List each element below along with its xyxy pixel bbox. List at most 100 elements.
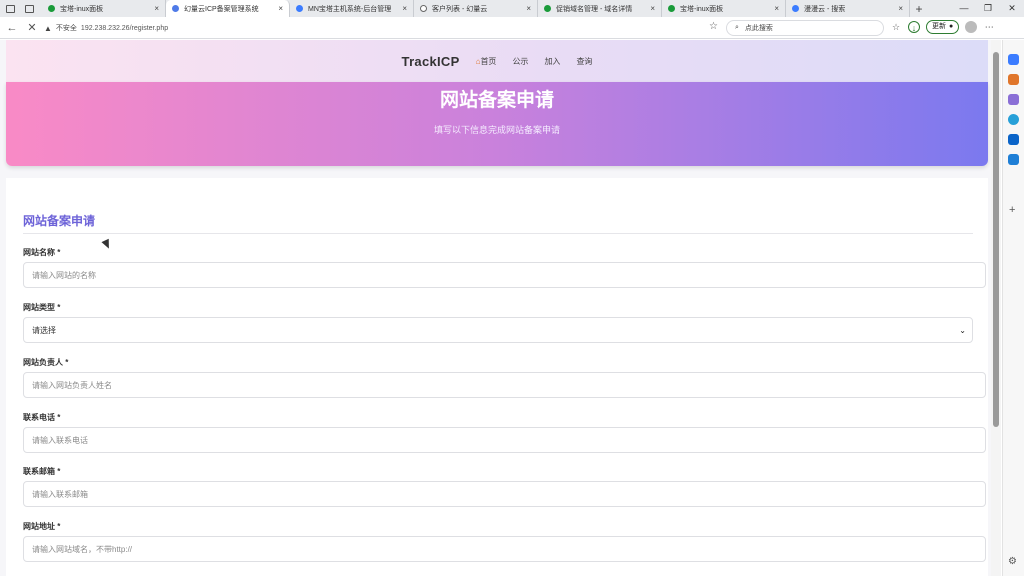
tab-close-icon[interactable]: ×	[774, 4, 779, 13]
url-label: 网站地址 *	[23, 522, 61, 531]
hero-subtitle: 填写以下信息完成网站备案申请	[433, 125, 560, 135]
warning-icon[interactable]: ▲	[44, 24, 52, 33]
favorite-star-icon[interactable]: ☆	[709, 21, 718, 32]
new-tab-button[interactable]: +	[910, 0, 928, 17]
restore-button[interactable]: ❐	[976, 0, 1000, 17]
tab-customers[interactable]: 客户列表 - 幻量云 ×	[414, 0, 538, 17]
browser-tab-strip: 宝塔-inux面板 × 幻量云ICP备案管理系统 × MN宝塔主机系统-后台管理…	[0, 0, 1024, 17]
hero-banner: 网站备案申请 填写以下信息完成网站备案申请	[6, 82, 988, 166]
tab-title: 宝塔-inux面板	[60, 5, 104, 13]
nav-link-home[interactable]: ⌂首页	[476, 56, 497, 67]
sidebar-outlook-icon[interactable]	[1008, 134, 1019, 145]
sidebar-add-icon[interactable]: +	[1009, 204, 1015, 216]
tab-actions-icon[interactable]	[25, 4, 34, 13]
site-header: TrackICP ⌂首页 公示 加入 查询	[6, 40, 988, 82]
favorites-icon[interactable]: ☆	[890, 21, 902, 33]
phone-input[interactable]: 请输入联系电话	[23, 427, 986, 453]
tab-mn-host[interactable]: MN宝塔主机系统-后台管理 ×	[290, 0, 414, 17]
chevron-down-icon: ⌄	[959, 326, 966, 335]
site-name-label: 网站名称 *	[23, 248, 61, 257]
url-text[interactable]: 192.238.232.26/register.php	[81, 25, 168, 32]
sidebar-people-icon[interactable]	[1008, 94, 1019, 105]
update-label: 更新	[932, 23, 946, 30]
tab-title: 促销域名管理 - 域名详情	[556, 5, 633, 13]
divider	[23, 233, 973, 234]
registration-form: 网站备案申请 网站名称 * 请输入网站的名称 网站类型 * 请选择 ⌄ 网站负责…	[6, 178, 988, 576]
site-name-input[interactable]: 请输入网站的名称	[23, 262, 986, 288]
sidebar-settings-icon[interactable]: ⚙	[1008, 556, 1017, 567]
browser-sidebar: + ⚙	[1002, 40, 1024, 576]
browser-toolbar: ← ✕ ▲ 不安全 192.238.232.26/register.php ☆ …	[0, 17, 1024, 39]
url-input[interactable]: 请输入网站域名，不带http://	[23, 536, 986, 562]
search-icon: ⌕	[735, 24, 739, 31]
site-name-placeholder: 请输入网站的名称	[32, 270, 96, 280]
sidebar-tag-icon[interactable]	[1008, 54, 1019, 65]
owner-placeholder: 请输入网站负责人姓名	[32, 380, 112, 390]
browser-search-box[interactable]: ⌕ 点此搜索	[726, 20, 884, 36]
workspaces-icon[interactable]	[6, 4, 15, 13]
page-scrollbar[interactable]	[991, 40, 1001, 576]
search-favicon-icon	[792, 5, 799, 12]
sidebar-briefcase-icon[interactable]	[1008, 74, 1019, 85]
window-controls: — ❐ ✕	[952, 0, 1024, 17]
address-bar[interactable]: ▲ 不安全 192.238.232.26/register.php ☆	[44, 20, 722, 36]
email-placeholder: 请输入联系邮箱	[32, 489, 88, 499]
tab-close-icon[interactable]: ×	[526, 4, 531, 13]
tab-title: MN宝塔主机系统-后台管理	[308, 5, 392, 13]
tab-baota-2[interactable]: 宝塔-inux面板 ×	[662, 0, 786, 17]
globe-icon	[420, 5, 427, 12]
site-brand[interactable]: TrackICP	[402, 54, 460, 69]
form-title: 网站备案申请	[23, 214, 96, 228]
tab-favicon-icon	[172, 5, 179, 12]
tab-search[interactable]: 漫漫云 - 搜索 ×	[786, 0, 910, 17]
tab-close-icon[interactable]: ×	[154, 4, 159, 13]
scrollbar-thumb[interactable]	[993, 52, 999, 427]
search-placeholder: 点此搜索	[744, 25, 773, 32]
nav-link-query[interactable]: 查询	[576, 56, 592, 67]
update-badge-icon: ●	[949, 23, 954, 30]
email-label: 联系邮箱 *	[23, 467, 61, 476]
tab-strip-actions	[0, 0, 42, 17]
sidebar-shopping-icon[interactable]	[1008, 154, 1019, 165]
download-icon[interactable]: ↓	[908, 21, 920, 33]
close-window-button[interactable]: ✕	[1000, 0, 1024, 17]
profile-avatar[interactable]	[965, 21, 978, 33]
tab-domain-detail[interactable]: 促销域名管理 - 域名详情 ×	[538, 0, 662, 17]
tab-close-icon[interactable]: ×	[650, 4, 655, 13]
toolbar-actions: ☆ ↓ 更新 ● ⋯	[890, 20, 995, 34]
tab-title: 漫漫云 - 搜索	[804, 5, 846, 13]
tab-baota-1[interactable]: 宝塔-inux面板 ×	[42, 0, 166, 17]
phone-placeholder: 请输入联系电话	[32, 435, 88, 445]
more-menu-icon[interactable]: ⋯	[983, 21, 995, 33]
stop-loading-icon[interactable]: ✕	[24, 21, 40, 34]
tab-title: 宝塔-inux面板	[680, 5, 724, 13]
webpage: TrackICP ⌂首页 公示 加入 查询 网站备案申请 填写以下信息完成网站备…	[0, 40, 991, 576]
back-arrow-icon[interactable]: ←	[4, 22, 20, 34]
owner-input[interactable]: 请输入网站负责人姓名	[23, 372, 986, 398]
email-input[interactable]: 请输入联系邮箱	[23, 481, 986, 507]
nav-link-notice[interactable]: 公示	[512, 56, 528, 67]
sidebar-games-icon[interactable]	[1008, 114, 1019, 125]
owner-label: 网站负责人 *	[23, 358, 69, 367]
hero-title: 网站备案申请	[439, 90, 554, 111]
nav-link-join[interactable]: 加入	[544, 56, 560, 67]
security-label[interactable]: 不安全	[56, 23, 77, 33]
tab-icp-system[interactable]: 幻量云ICP备案管理系统 ×	[166, 0, 290, 17]
phone-label: 联系电话 *	[23, 413, 61, 422]
tab-favicon-icon	[48, 5, 55, 12]
tab-title: 客户列表 - 幻量云	[432, 5, 488, 13]
site-type-value: 请选择	[32, 325, 56, 335]
url-placeholder: 请输入网站域名，不带http://	[32, 544, 133, 554]
tab-favicon-icon	[296, 5, 303, 12]
tab-favicon-icon	[544, 5, 551, 12]
update-button[interactable]: 更新 ●	[926, 20, 960, 34]
tab-close-icon[interactable]: ×	[278, 4, 283, 13]
minimize-button[interactable]: —	[952, 0, 976, 17]
site-type-label: 网站类型 *	[23, 303, 61, 312]
tab-favicon-icon	[668, 5, 675, 12]
tab-close-icon[interactable]: ×	[402, 4, 407, 13]
tab-close-icon[interactable]: ×	[898, 4, 903, 13]
tab-title: 幻量云ICP备案管理系统	[184, 5, 259, 13]
site-type-select[interactable]: 请选择 ⌄	[23, 317, 973, 343]
nav-home-label: 首页	[480, 56, 497, 66]
